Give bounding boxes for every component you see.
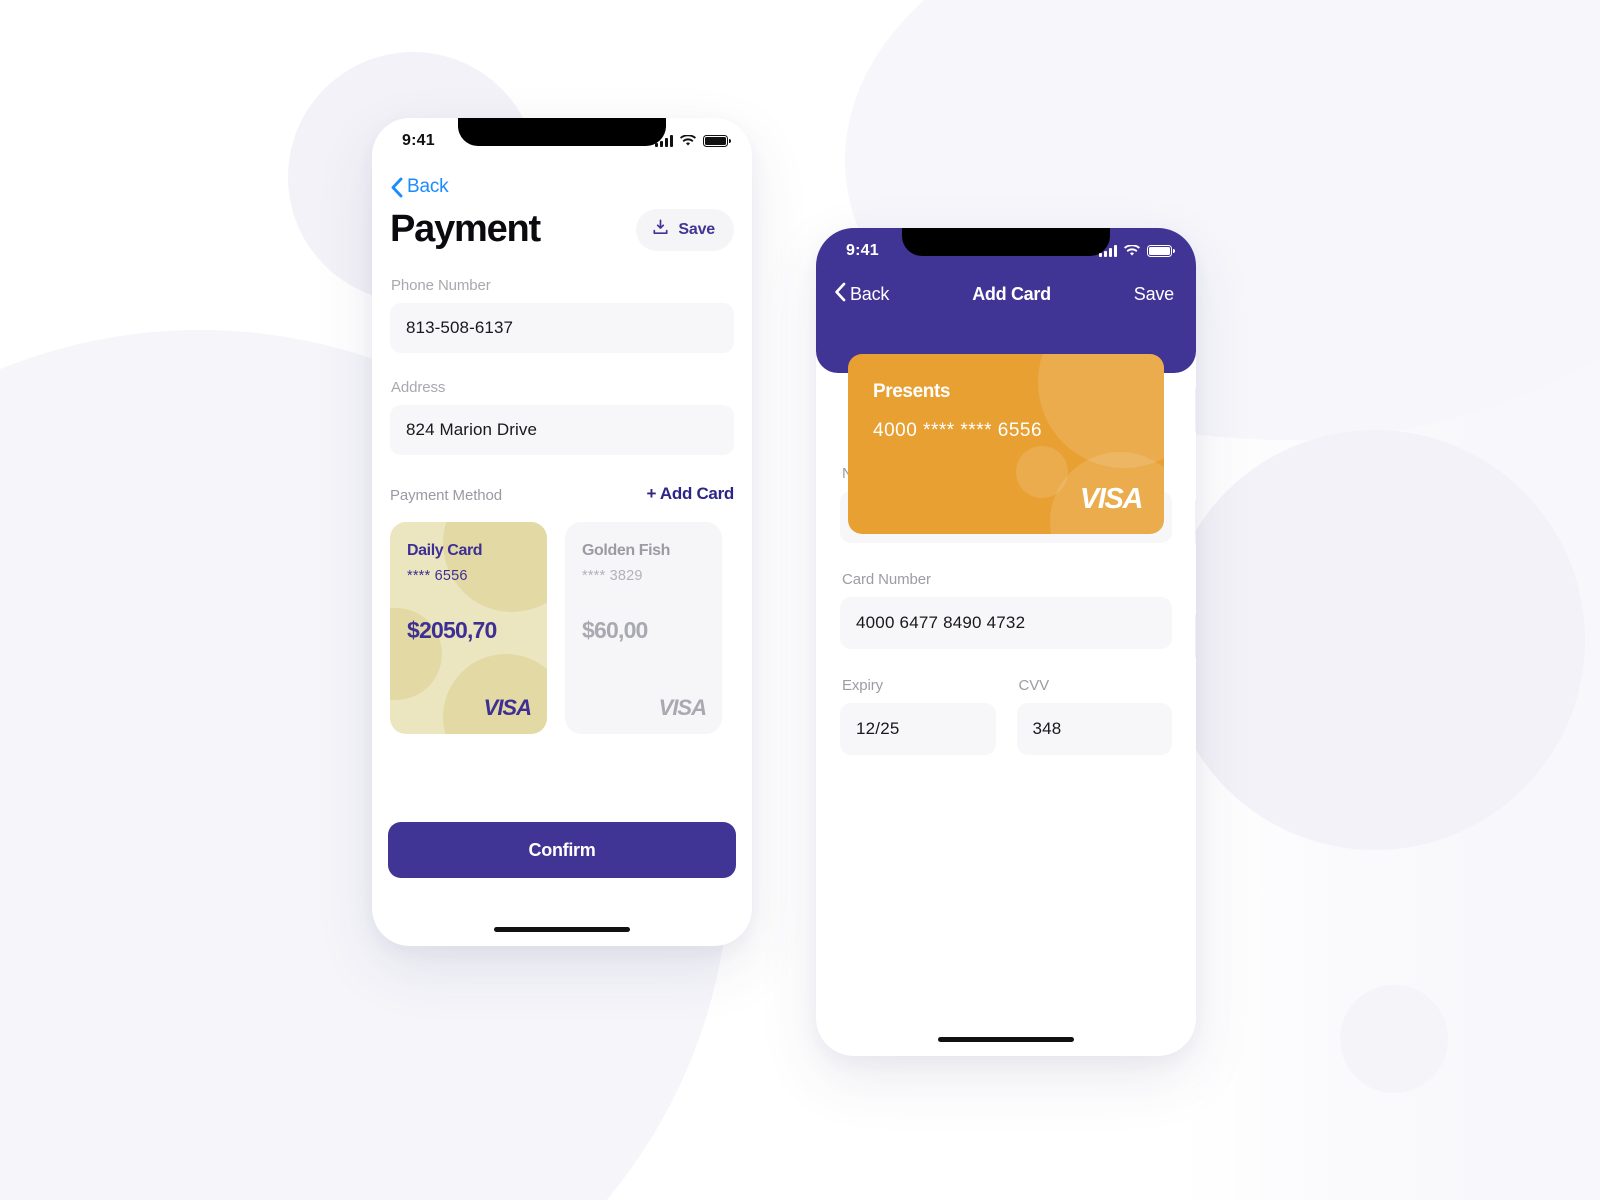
card-preview-number: 4000 **** **** 6556 bbox=[873, 420, 1043, 441]
cvv-label: CVV bbox=[1018, 677, 1050, 694]
page-title: Payment bbox=[390, 208, 541, 250]
back-button-label: Back bbox=[407, 176, 449, 197]
save-button-label: Save bbox=[678, 220, 715, 238]
phone-screen-add-card: 9:41 Back Add Card Save Presents 4000 **… bbox=[816, 228, 1196, 1056]
cellular-signal-icon bbox=[1099, 245, 1117, 257]
visa-logo-icon: VISA bbox=[658, 695, 707, 720]
card-preview-name: Presents bbox=[873, 381, 951, 402]
card-amount: $60,00 bbox=[582, 617, 648, 643]
status-bar: 9:41 bbox=[816, 228, 1196, 274]
status-time: 9:41 bbox=[402, 132, 435, 149]
back-button-label: Back bbox=[850, 284, 890, 304]
card-digits: **** 6556 bbox=[407, 568, 468, 584]
device-side-button bbox=[1195, 500, 1196, 544]
battery-icon bbox=[1147, 244, 1175, 258]
wifi-icon bbox=[680, 135, 696, 147]
status-bar: 9:41 bbox=[372, 118, 752, 164]
battery-icon bbox=[703, 134, 731, 148]
phone-number-input[interactable]: 813-508-6137 bbox=[390, 303, 734, 353]
card-name: Daily Card bbox=[407, 542, 483, 559]
save-button[interactable]: Save bbox=[636, 208, 734, 251]
add-card-header: 9:41 Back Add Card Save bbox=[816, 228, 1196, 373]
device-side-button bbox=[1195, 388, 1196, 432]
expiry-group: Expiry 12/25 bbox=[840, 649, 996, 755]
card-item[interactable]: Golden Fish **** 3829 $60,00 VISA bbox=[565, 522, 722, 734]
back-button[interactable]: Back bbox=[390, 164, 734, 200]
background-wash-right bbox=[1180, 0, 1600, 1200]
payment-method-label: Payment Method bbox=[390, 487, 502, 504]
cellular-signal-icon bbox=[655, 135, 673, 147]
navigation-bar: Back Add Card Save bbox=[816, 274, 1196, 307]
confirm-button[interactable]: Confirm bbox=[388, 822, 736, 878]
card-decoration-circle bbox=[443, 522, 547, 612]
screen-title: Add Card bbox=[972, 284, 1051, 304]
design-canvas: 9:41 Back Payment Save Phone Number 813-… bbox=[0, 0, 1600, 1200]
card-decoration-circle bbox=[443, 654, 547, 734]
card-preview[interactable]: Presents 4000 **** **** 6556 VISA bbox=[848, 354, 1164, 534]
status-icons bbox=[655, 134, 731, 148]
status-icons bbox=[1099, 244, 1175, 258]
back-button[interactable]: Back bbox=[834, 282, 889, 307]
download-icon bbox=[652, 219, 669, 241]
cvv-group: CVV 348 bbox=[1016, 649, 1172, 755]
card-name: Golden Fish bbox=[582, 542, 671, 559]
wifi-icon bbox=[1124, 245, 1140, 257]
expiry-cvv-row: Expiry 12/25 CVV 348 bbox=[840, 649, 1172, 755]
address-input[interactable]: 824 Marion Drive bbox=[390, 405, 734, 455]
payment-method-header: Payment Method + Add Card bbox=[390, 484, 734, 504]
address-label: Address bbox=[391, 379, 446, 396]
card-item-selected[interactable]: Daily Card **** 6556 $2050,70 VISA bbox=[390, 522, 547, 734]
save-button[interactable]: Save bbox=[1134, 284, 1174, 305]
cvv-input[interactable]: 348 bbox=[1016, 703, 1172, 755]
chevron-left-icon bbox=[390, 177, 403, 198]
phone-number-label: Phone Number bbox=[391, 277, 491, 294]
card-number-input[interactable]: 4000 6477 8490 4732 bbox=[840, 597, 1172, 649]
status-time: 9:41 bbox=[846, 242, 879, 259]
home-indicator bbox=[494, 927, 630, 932]
phone-screen-payment: 9:41 Back Payment Save Phone Number 813-… bbox=[372, 118, 752, 946]
add-card-link[interactable]: + Add Card bbox=[646, 484, 734, 504]
chevron-left-icon bbox=[834, 282, 846, 307]
visa-logo-icon: VISA bbox=[1079, 483, 1143, 515]
page-header: Payment Save bbox=[390, 208, 734, 251]
home-indicator bbox=[938, 1037, 1074, 1042]
payment-content: Back Payment Save Phone Number 813-508-6… bbox=[372, 164, 752, 734]
visa-logo-icon: VISA bbox=[483, 695, 532, 720]
expiry-input[interactable]: 12/25 bbox=[840, 703, 996, 755]
card-number-label: Card Number bbox=[842, 571, 931, 588]
card-digits: **** 3829 bbox=[582, 568, 643, 584]
expiry-label: Expiry bbox=[842, 677, 884, 694]
device-side-button bbox=[1195, 614, 1196, 658]
card-amount: $2050,70 bbox=[407, 617, 497, 643]
card-carousel[interactable]: Daily Card **** 6556 $2050,70 VISA Golde… bbox=[390, 522, 734, 734]
